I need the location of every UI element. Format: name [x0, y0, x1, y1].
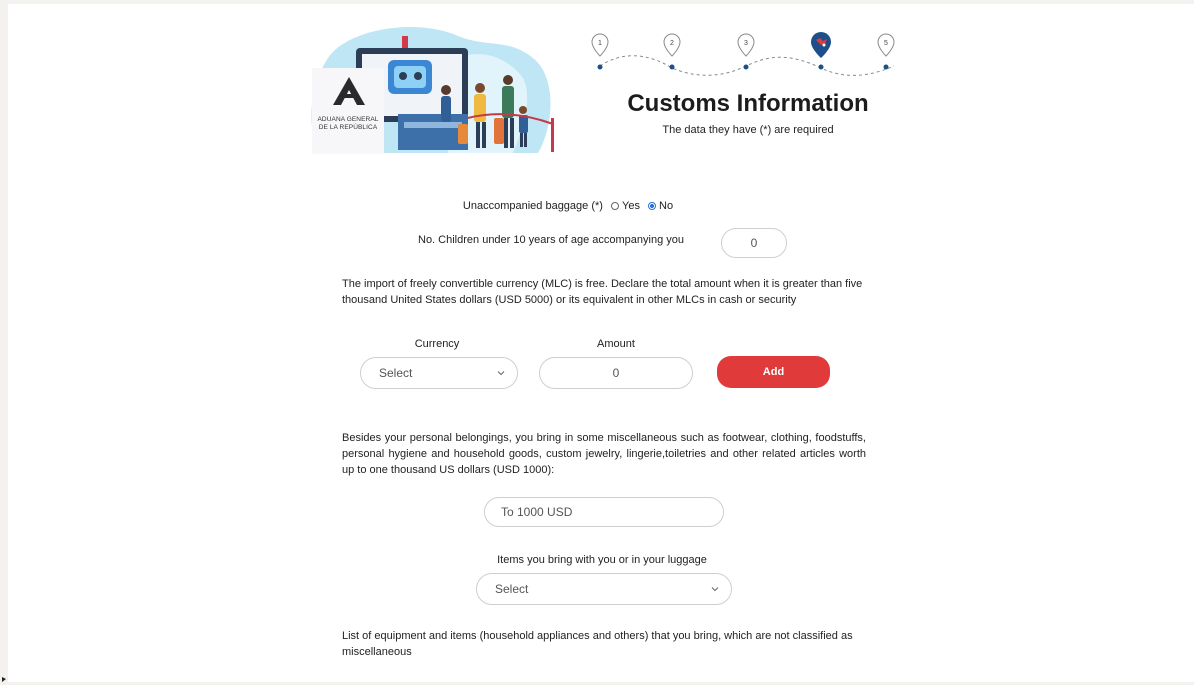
page-title: Customs Information: [627, 90, 869, 117]
items-select-value: Select: [495, 582, 529, 596]
step-progress: 1 2 3 5: [576, 30, 896, 80]
baggage-label: Unaccompanied baggage (*): [462, 200, 603, 212]
step-marker-5[interactable]: 5: [877, 33, 895, 70]
step-label-3: 3: [744, 40, 748, 47]
step-label-2: 2: [670, 40, 674, 47]
step-label-5: 5: [884, 40, 888, 47]
add-button[interactable]: Add: [717, 356, 830, 388]
children-count-input[interactable]: [721, 228, 787, 258]
currency-note: The import of freely convertible currenc…: [342, 278, 863, 306]
children-label: No. Children under 10 years of age accom…: [418, 234, 684, 246]
customs-form-page: ADUANA GENERAL DE LA REPÚBLICA 1 2 3 5 C…: [8, 4, 1194, 682]
equipment-note: List of equipment and items (household a…: [342, 630, 853, 658]
step-marker-3[interactable]: 3: [737, 33, 755, 70]
amount-input[interactable]: [539, 357, 693, 389]
items-select[interactable]: Select: [476, 573, 732, 605]
aduana-logo-icon: [333, 77, 365, 105]
chevron-down-icon: [497, 371, 505, 376]
items-label: Items you bring with you or in your lugg…: [497, 554, 707, 566]
page-subtitle: The data they have (*) are required: [662, 124, 834, 136]
baggage-radio-group: Unaccompanied baggage (*) Yes No: [308, 200, 828, 212]
step-marker-2[interactable]: 2: [663, 33, 681, 70]
step-progress-track: 1 2 3 5: [591, 32, 895, 76]
step-marker-1[interactable]: 1: [591, 33, 609, 70]
currency-select-value: Select: [379, 366, 413, 380]
step-marker-4-active[interactable]: [811, 32, 831, 70]
amount-label: Amount: [597, 338, 635, 350]
baggage-no-radio[interactable]: [648, 202, 657, 210]
logo-line-1: ADUANA GENERAL: [317, 116, 379, 123]
logo-line-2: DE LA REPÚBLICA: [318, 124, 378, 131]
travel-illustration: ADUANA GENERAL DE LA REPÚBLICA: [308, 18, 558, 158]
step-label-1: 1: [598, 40, 602, 47]
customs-logo-card: ADUANA GENERAL DE LA REPÚBLICA: [312, 68, 384, 154]
baggage-yes-label[interactable]: Yes: [622, 200, 640, 212]
miscellaneous-note: Besides your personal belongings, you br…: [342, 432, 866, 476]
baggage-yes-radio[interactable]: [611, 202, 620, 210]
cursor-icon: [2, 677, 6, 682]
logo-text: ADUANA GENERAL DE LA REPÚBLICA: [312, 116, 384, 132]
currency-select[interactable]: Select: [360, 357, 518, 389]
miscellaneous-value-input[interactable]: [484, 497, 724, 527]
chevron-down-icon: [711, 587, 719, 592]
currency-label: Currency: [414, 338, 460, 350]
baggage-no-label[interactable]: No: [659, 200, 673, 212]
